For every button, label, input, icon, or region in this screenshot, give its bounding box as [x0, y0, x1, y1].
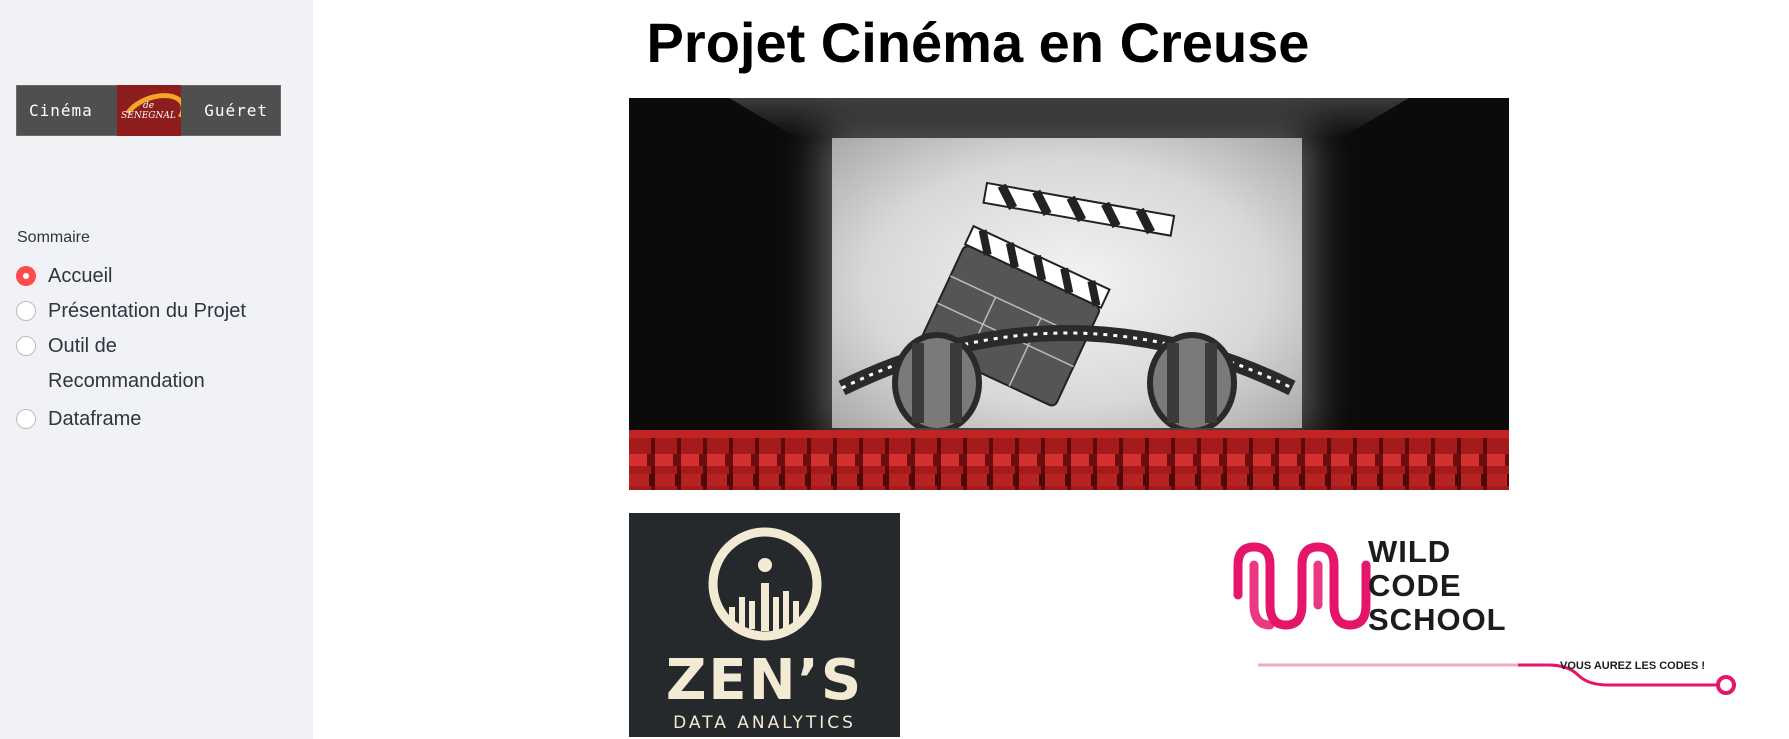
nav-label: Sommaire	[17, 229, 90, 246]
nav-item-recommandation[interactable]: Outil de Recommandation	[16, 332, 306, 399]
radio-unselected-icon[interactable]	[16, 301, 36, 321]
clapperboard-film-icon	[838, 181, 1296, 434]
nav-item-label: Outil de Recommandation	[48, 335, 205, 392]
nav-item-label: Accueil	[48, 265, 113, 287]
nav-item-accueil[interactable]: Accueil	[16, 262, 306, 291]
nav-item-dataframe[interactable]: Dataframe	[16, 405, 306, 434]
logo-emblem: de SENEGNAL	[116, 85, 181, 136]
zens-name: ZEN’S	[665, 648, 864, 713]
logo-right-word: Guéret	[204, 101, 268, 120]
sidebar: Cinéma de SENEGNAL Guéret Sommaire Accue…	[0, 0, 313, 739]
main-content: Projet Cinéma en Creuse ZEN’S DATA ANALY…	[313, 0, 1789, 739]
zens-data-analytics-logo: ZEN’S DATA ANALYTICS	[629, 513, 900, 737]
hero-ceiling	[729, 98, 1409, 138]
nav-radio-group: Accueil Présentation du Projet Outil de …	[16, 262, 306, 440]
nav-item-presentation[interactable]: Présentation du Projet	[16, 297, 306, 326]
hero-seats	[629, 430, 1509, 490]
wcs-wordmark: WILD CODE SCHOOL	[1368, 535, 1507, 637]
radio-unselected-icon[interactable]	[16, 336, 36, 356]
wcs-tagline: VOUS AUREZ LES CODES !	[1560, 660, 1706, 672]
radio-unselected-icon[interactable]	[16, 409, 36, 429]
wcs-line-1: WILD	[1368, 534, 1452, 569]
logo-emblem-text-top: de	[142, 100, 155, 111]
logo-left-word: Cinéma	[29, 101, 93, 120]
zens-subtitle: DATA ANALYTICS	[673, 713, 856, 733]
radio-selected-icon[interactable]	[16, 266, 36, 286]
cinema-gueret-logo: Cinéma de SENEGNAL Guéret	[16, 85, 281, 136]
page-title: Projet Cinéma en Creuse	[646, 11, 1310, 74]
wcs-line-3: SCHOOL	[1368, 602, 1507, 637]
nav-item-label: Dataframe	[48, 408, 142, 430]
wild-code-school-logo: WILD CODE SCHOOL VOUS AUREZ LES CODES !	[1218, 525, 1738, 700]
hero-screen	[832, 138, 1302, 434]
wcs-line-2: CODE	[1368, 568, 1462, 603]
zens-chart-circle-icon	[708, 527, 821, 641]
cinema-hero-image	[629, 98, 1509, 490]
logo-emblem-text-bottom: SENEGNAL	[121, 110, 176, 121]
nav-item-label: Présentation du Projet	[48, 300, 246, 322]
logo-emblem-text: de SENEGNAL	[121, 101, 176, 121]
